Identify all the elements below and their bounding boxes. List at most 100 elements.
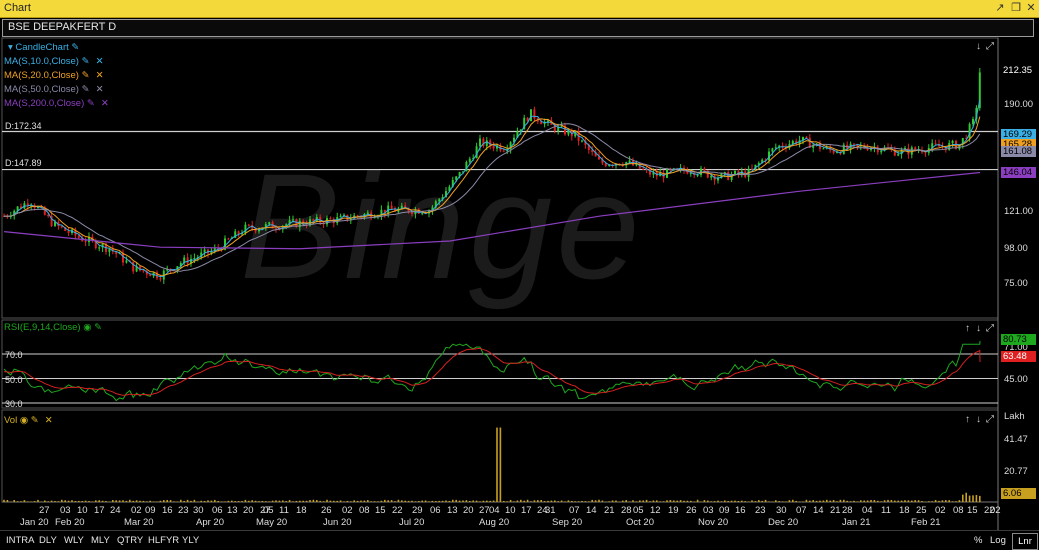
expand-icon[interactable]: ⤢ (986, 414, 994, 425)
volume-bar (234, 501, 236, 502)
legend-ma50[interactable]: MA(S,50.0,Close) ✎✕ (4, 84, 104, 95)
volume-bar (132, 501, 134, 502)
legend-ma20[interactable]: MA(S,20.0,Close) ✎✕ (4, 70, 104, 81)
x-tick-day: 19 (668, 505, 679, 516)
volume-bar (670, 500, 672, 502)
x-tick-day: 25 (916, 505, 927, 516)
x-tick-day: 05 (633, 505, 644, 516)
expand-icon[interactable]: ⤢ (986, 41, 994, 52)
legend-label: Vol (4, 415, 17, 426)
volume-bar (517, 500, 519, 502)
pencil-icon[interactable]: ✎ (28, 415, 39, 426)
legend-candlechart[interactable]: ▾ CandleChart ✎ (8, 42, 79, 53)
restore-icon[interactable]: ❐ (1009, 1, 1023, 15)
volume-bar (3, 500, 5, 502)
period-intra-button[interactable]: INTRA (6, 535, 35, 546)
volume-bar (228, 501, 230, 502)
volume-bar (438, 501, 440, 502)
volume-bar (857, 501, 859, 502)
eye-icon[interactable]: ◉ (81, 322, 92, 333)
volume-bar (78, 501, 80, 502)
remove-icon[interactable]: ✕ (96, 56, 104, 67)
period-halfyear-button[interactable]: HLFYR (148, 535, 179, 546)
percent-scale-button[interactable]: % (974, 535, 982, 546)
x-tick-day: 11 (279, 505, 289, 516)
volume-bar (68, 501, 70, 502)
linear-scale-button[interactable]: Lnr (1012, 533, 1038, 550)
x-tick-day: 22 (392, 505, 403, 516)
volume-bar (340, 500, 342, 502)
volume-bar (534, 500, 536, 502)
volume-bar (581, 501, 583, 502)
candle-body (98, 247, 100, 248)
volume-bar (527, 500, 529, 502)
volume-bar (75, 501, 77, 502)
eye-icon[interactable]: ◉ (17, 415, 28, 426)
expand-icon[interactable]: ⤢ (986, 323, 994, 334)
volume-bar (44, 500, 46, 502)
remove-icon[interactable]: ✕ (96, 84, 104, 95)
remove-icon[interactable]: ✕ (96, 70, 104, 81)
volume-bar (415, 501, 417, 502)
up-arrow-icon[interactable]: ↑ (965, 414, 970, 425)
period-yearly-button[interactable]: YLY (182, 535, 199, 546)
x-tick-day: 02 (935, 505, 946, 516)
candle-body (312, 219, 314, 221)
volume-bar (418, 501, 420, 502)
legend-ma200[interactable]: MA(S,200.0,Close) ✎✕ (4, 98, 109, 109)
up-arrow-icon[interactable]: ↑ (965, 323, 970, 334)
pencil-icon[interactable]: ✎ (69, 42, 80, 53)
chart-canvas[interactable] (0, 37, 1039, 530)
x-tick-day: 06 (212, 505, 223, 516)
period-weekly-button[interactable]: WLY (64, 535, 84, 546)
down-arrow-icon[interactable]: ↓ (976, 41, 981, 52)
pencil-icon[interactable]: ✎ (79, 84, 90, 95)
volume-bar (557, 501, 559, 502)
volume-bar (319, 501, 321, 502)
volume-bar (554, 500, 556, 502)
candle-body (935, 143, 937, 144)
volume-bar (323, 501, 325, 502)
candle-body (248, 225, 250, 226)
volume-bar (245, 500, 247, 502)
candle-body (710, 176, 712, 178)
volume-bar (704, 500, 706, 502)
pop-out-icon[interactable]: ↗ (993, 1, 1007, 15)
price-panel-frame (2, 38, 998, 318)
period-daily-button[interactable]: DLY (39, 535, 57, 546)
log-scale-button[interactable]: Log (990, 535, 1006, 546)
volume-bar (840, 500, 842, 502)
ma20-line (4, 117, 980, 276)
volume-bar (183, 501, 185, 502)
volume-bar (602, 501, 604, 502)
volume-bar (676, 501, 678, 502)
legend-vol[interactable]: Vol ◉ ✎ ✕ (4, 415, 53, 426)
legend-ma10[interactable]: MA(S,10.0,Close) ✎✕ (4, 56, 104, 67)
volume-bar (952, 501, 954, 502)
symbol-input[interactable]: BSE DEEPAKFERT D (2, 19, 1034, 37)
period-monthly-button[interactable]: MLY (91, 535, 110, 546)
remove-icon[interactable]: ✕ (45, 415, 53, 426)
volume-bar (299, 501, 301, 502)
volume-bar (204, 501, 206, 502)
x-tick-month: Apr 20 (196, 517, 224, 528)
volume-bar (265, 501, 267, 502)
volume-bar (255, 501, 257, 502)
candle-body (952, 141, 954, 143)
pencil-icon[interactable]: ✎ (92, 322, 103, 333)
legend-rsi[interactable]: RSI(E,9,14,Close) ◉ ✎ (4, 322, 102, 333)
volume-bar (313, 500, 315, 502)
candle-body (340, 216, 342, 217)
pencil-icon[interactable]: ✎ (79, 70, 90, 81)
volume-bar (146, 501, 148, 502)
remove-icon[interactable]: ✕ (101, 98, 109, 109)
volume-bar (833, 500, 835, 502)
pencil-icon[interactable]: ✎ (84, 98, 95, 109)
close-icon[interactable]: ✕ (1024, 1, 1038, 15)
down-arrow-icon[interactable]: ↓ (976, 414, 981, 425)
down-arrow-icon[interactable]: ↓ (976, 323, 981, 334)
pencil-icon[interactable]: ✎ (79, 56, 90, 67)
period-quarterly-button[interactable]: QTRY (117, 535, 143, 546)
volume-bar (918, 500, 920, 502)
candle-body (68, 231, 70, 233)
